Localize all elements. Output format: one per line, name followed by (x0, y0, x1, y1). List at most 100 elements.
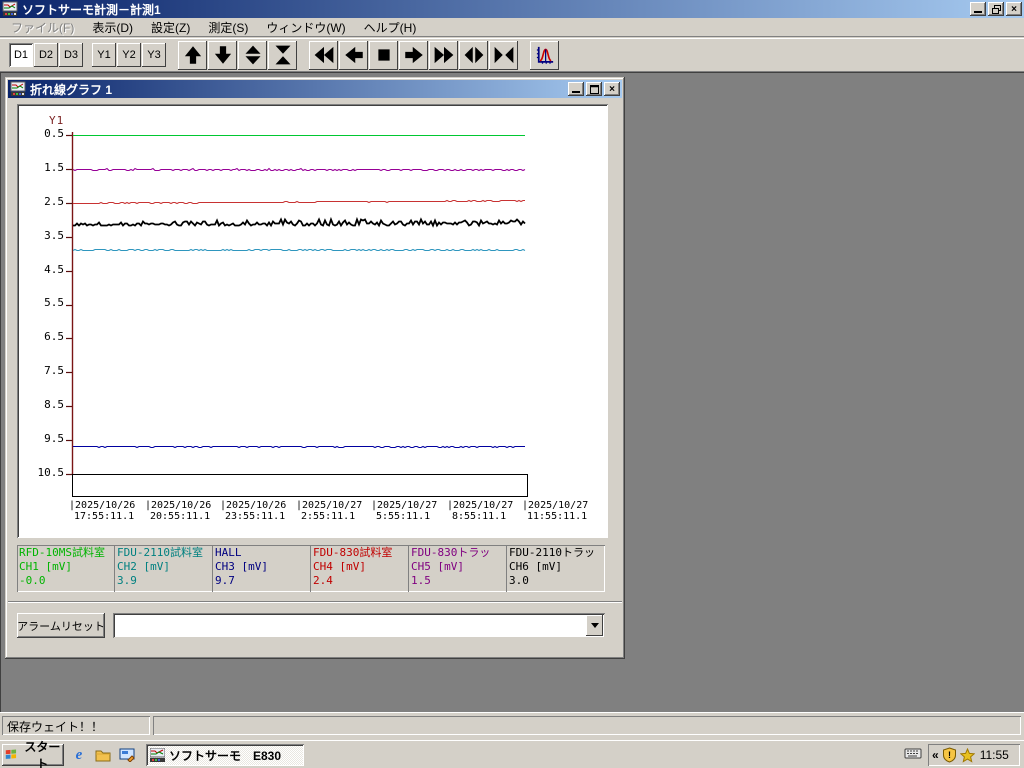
legend-ch2-label: CH2 [mV] (117, 560, 210, 574)
legend-ch3-label: CH3 [mV] (215, 560, 308, 574)
up-arrow-icon (183, 45, 203, 65)
menu-settings[interactable]: 設定(Z) (142, 17, 199, 38)
menu-help[interactable]: ヘルプ(H) (355, 17, 426, 38)
toolbar-y3-button[interactable]: Y3 (142, 43, 166, 67)
down-arrow-icon (213, 45, 233, 65)
separator (8, 601, 622, 603)
toolbar-d2-button[interactable]: D2 (34, 43, 58, 67)
toolbar-collapse-vertical-button[interactable] (268, 41, 297, 70)
quick-launch-desktop[interactable] (118, 746, 136, 764)
legend-cell-ch3: HALL CH3 [mV] 9.7 (213, 545, 311, 592)
graph-minimize-button[interactable] (568, 82, 584, 96)
quick-launch-folder[interactable] (94, 746, 112, 764)
toolbar-up-button[interactable] (178, 41, 207, 70)
y-tick-3: 3.5 (26, 230, 64, 241)
right-arrow-icon (404, 45, 424, 65)
toolbar-graph-setup-button[interactable] (530, 41, 559, 70)
window-title: ソフトサーモ計測－計測1 (22, 1, 968, 18)
task-app-icon (150, 748, 165, 762)
task-button-label: ソフトサーモ E830 (169, 747, 281, 764)
menu-view[interactable]: 表示(D) (83, 17, 142, 38)
expand-horizontal-icon (464, 45, 484, 65)
chevron-down-icon (591, 623, 599, 628)
legend-ch2-value: 3.9 (117, 574, 210, 588)
graph-close-button[interactable]: × (604, 82, 620, 96)
x-label-6: |2025/10/27 11:55:11.1 (522, 500, 604, 522)
start-label: スタート (21, 738, 64, 768)
status-message: 保存ウェイト！！ (2, 716, 150, 735)
menu-file[interactable]: ファイル(F) (2, 17, 83, 38)
menu-measure[interactable]: 測定(S) (199, 17, 257, 38)
combo-dropdown-button[interactable] (586, 615, 603, 636)
combo-value[interactable] (116, 616, 584, 635)
taskbar: スタート e ソフトサーモ E830 « ! 11:55 (0, 740, 1024, 768)
legend-ch5-name: FDU-830トラッ (411, 546, 504, 560)
keyboard-language-icon[interactable] (904, 746, 922, 763)
y-tick-8: 8.5 (26, 399, 64, 410)
close-button[interactable]: × (1006, 2, 1022, 16)
system-tray: « ! 11:55 (928, 744, 1020, 766)
legend-cell-ch5: FDU-830トラッ CH5 [mV] 1.5 (409, 545, 507, 592)
minimize-button[interactable] (970, 2, 986, 16)
windows-logo-icon (5, 748, 18, 762)
legend-ch3-name: HALL (215, 546, 308, 560)
toolbar-expand-vertical-button[interactable] (238, 41, 267, 70)
x-label-1: |2025/10/26 20:55:11.1 (145, 500, 227, 522)
legend-ch4-name: FDU-830試料室 (313, 546, 406, 560)
restore-icon (992, 5, 1001, 14)
x-label-5: |2025/10/27 8:55:11.1 (447, 500, 529, 522)
toolbar-collapse-horizontal-button[interactable] (489, 41, 518, 70)
toolbar-expand-horizontal-button[interactable] (459, 41, 488, 70)
y-tick-7: 7.5 (26, 365, 64, 376)
legend-ch6-value: 3.0 (509, 574, 603, 588)
close-icon: × (1011, 4, 1017, 15)
toolbar-y2-button[interactable]: Y2 (117, 43, 141, 67)
menu-window[interactable]: ウィンドウ(W) (257, 17, 354, 38)
toolbar-down-button[interactable] (208, 41, 237, 70)
toolbar-fast-forward-button[interactable] (429, 41, 458, 70)
chart-panel: Y1 0.5 1.5 2.5 3.5 4.5 5.5 6.5 7.5 8.5 9… (17, 104, 608, 538)
toolbar-step-right-button[interactable] (399, 41, 428, 70)
expand-vertical-icon (243, 45, 263, 65)
toolbar: D1 D2 D3 Y1 Y2 Y3 (0, 38, 1024, 72)
y-tick-6: 6.5 (26, 331, 64, 342)
x-label-2: |2025/10/26 23:55:11.1 (220, 500, 302, 522)
internet-explorer-icon: e (76, 747, 83, 764)
graph-minimize-icon (572, 91, 580, 93)
y-tick-2: 2.5 (26, 196, 64, 207)
legend-cell-ch4: FDU-830試料室 CH4 [mV] 2.4 (311, 545, 409, 592)
start-button[interactable]: スタート (2, 744, 64, 766)
graph-setup-icon (535, 45, 555, 65)
toolbar-y1-button[interactable]: Y1 (92, 43, 116, 67)
restore-button[interactable] (988, 2, 1004, 16)
alarm-reset-button[interactable]: アラームリセット (17, 613, 105, 638)
y-axis-label: Y1 (49, 114, 64, 127)
legend-ch5-value: 1.5 (411, 574, 504, 588)
mdi-client-area: 折れ線グラフ 1 × Y1 0.5 1.5 2.5 3.5 4.5 5.5 6.… (0, 72, 1024, 712)
quick-launch-ie[interactable]: e (70, 746, 88, 764)
desktop-icon (119, 748, 135, 762)
graph-maximize-button[interactable] (586, 82, 602, 96)
toolbar-d3-button[interactable]: D3 (59, 43, 83, 67)
security-shield-icon[interactable]: ! (942, 747, 957, 763)
star-icon[interactable] (960, 748, 975, 763)
y-tick-0: 0.5 (26, 128, 64, 139)
stop-icon (374, 45, 394, 65)
graph-window: 折れ線グラフ 1 × Y1 0.5 1.5 2.5 3.5 4.5 5.5 6.… (5, 77, 625, 659)
y-tick-9: 9.5 (26, 433, 64, 444)
graph-window-icon (10, 81, 26, 97)
toolbar-d1-button[interactable]: D1 (9, 43, 33, 67)
channel-combo-box[interactable] (113, 613, 605, 638)
tray-overflow-chevron[interactable]: « (932, 748, 939, 762)
task-button-softthermo[interactable]: ソフトサーモ E830 (146, 744, 304, 766)
toolbar-step-left-button[interactable] (339, 41, 368, 70)
legend-ch6-label: CH6 [mV] (509, 560, 603, 574)
y-tick-5: 5.5 (26, 297, 64, 308)
legend-cell-ch2: FDU-2110試料室 CH2 [mV] 3.9 (115, 545, 213, 592)
app-icon (2, 1, 18, 17)
legend-ch1-name: RFD-10MS試料室 (19, 546, 112, 560)
toolbar-stop-button[interactable] (369, 41, 398, 70)
toolbar-rewind-button[interactable] (309, 41, 338, 70)
status-bar: 保存ウェイト！！ (0, 712, 1024, 737)
taskbar-clock[interactable]: 11:55 (980, 748, 1009, 762)
